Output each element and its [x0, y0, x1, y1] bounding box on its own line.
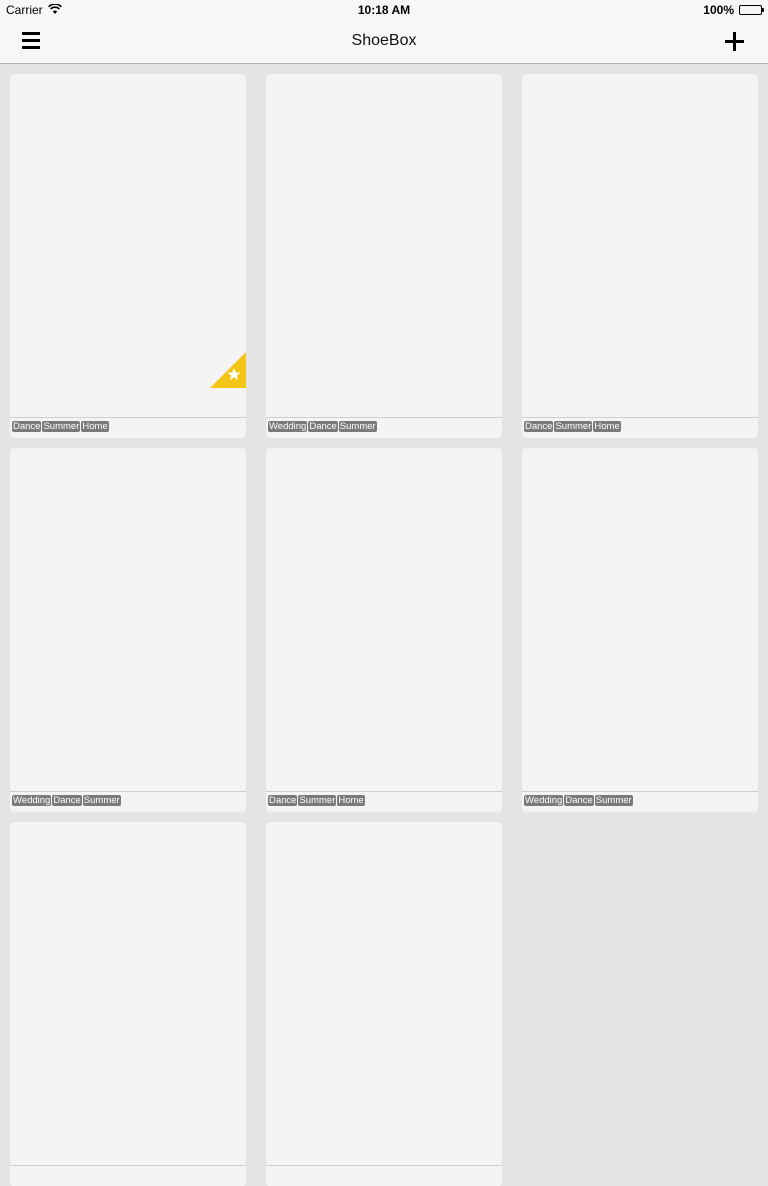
tag-summer[interactable]: Summer: [42, 421, 81, 432]
card-photo[interactable]: [522, 448, 758, 792]
status-time: 10:18 AM: [357, 3, 411, 17]
photo-card[interactable]: [10, 822, 246, 1186]
favorite-star-icon: [210, 352, 246, 388]
status-bar: Carrier 10:18 AM 100%: [0, 0, 768, 20]
photo-card[interactable]: [266, 822, 502, 1186]
tag-dance[interactable]: Dance: [564, 795, 594, 806]
tag-wedding[interactable]: Wedding: [524, 795, 564, 806]
status-right: 100%: [703, 3, 764, 17]
tag-dance[interactable]: Dance: [308, 421, 338, 432]
photo-card[interactable]: Dance Summer Home: [266, 448, 502, 812]
tag-wedding[interactable]: Wedding: [12, 795, 52, 806]
tag-summer[interactable]: Summer: [554, 421, 593, 432]
tag-summer[interactable]: Summer: [298, 795, 337, 806]
tag-dance[interactable]: Dance: [12, 421, 42, 432]
card-photo[interactable]: [266, 74, 502, 418]
add-icon[interactable]: [725, 32, 744, 51]
card-photo[interactable]: [10, 448, 246, 792]
tag-home[interactable]: Home: [337, 795, 365, 806]
card-tags: Wedding Dance Summer: [524, 795, 633, 806]
photo-card[interactable]: Dance Summer Home: [522, 74, 758, 438]
card-photo[interactable]: [266, 822, 502, 1166]
card-tags: Wedding Dance Summer: [12, 795, 121, 806]
battery-icon: [739, 5, 764, 15]
photo-card[interactable]: Wedding Dance Summer: [10, 448, 246, 812]
card-tags: Wedding Dance Summer: [268, 421, 377, 432]
photo-card[interactable]: Wedding Dance Summer: [266, 74, 502, 438]
photo-card[interactable]: Wedding Dance Summer: [522, 448, 758, 812]
tag-summer[interactable]: Summer: [82, 795, 121, 806]
card-tags: Dance Summer Home: [268, 795, 365, 806]
tag-home[interactable]: Home: [593, 421, 621, 432]
card-photo[interactable]: [266, 448, 502, 792]
tag-dance[interactable]: Dance: [268, 795, 298, 806]
card-photo[interactable]: [10, 822, 246, 1166]
card-tags: Dance Summer Home: [524, 421, 621, 432]
navigation-bar: ShoeBox: [0, 20, 768, 64]
tag-summer[interactable]: Summer: [338, 421, 377, 432]
photo-card[interactable]: Dance Summer Home: [10, 74, 246, 438]
battery-percent: 100%: [703, 3, 734, 17]
tag-wedding[interactable]: Wedding: [268, 421, 308, 432]
card-tags: Dance Summer Home: [12, 421, 109, 432]
page-title: ShoeBox: [351, 32, 417, 49]
tag-home[interactable]: Home: [81, 421, 109, 432]
card-photo[interactable]: [522, 74, 758, 418]
tag-summer[interactable]: Summer: [594, 795, 633, 806]
tag-dance[interactable]: Dance: [52, 795, 82, 806]
tag-dance[interactable]: Dance: [524, 421, 554, 432]
